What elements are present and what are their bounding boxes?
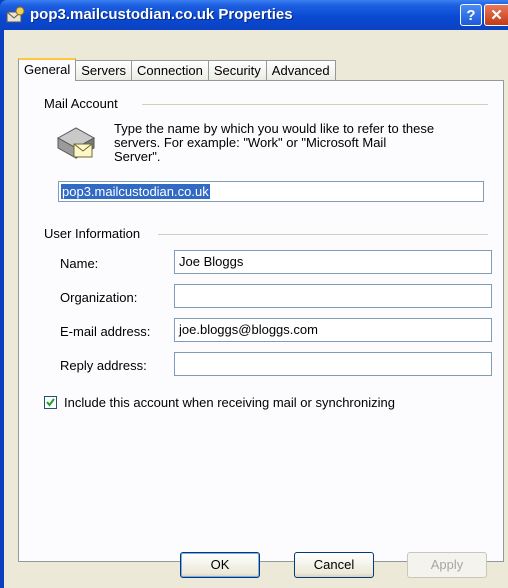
include-account-label: Include this account when receiving mail…: [64, 395, 395, 410]
tab-strip: General Servers Connection Security Adva…: [18, 58, 336, 81]
close-button[interactable]: ✕: [484, 4, 508, 26]
account-name-input[interactable]: pop3.mailcustodian.co.uk: [58, 181, 484, 202]
reply-address-label: Reply address:: [60, 358, 147, 373]
name-field[interactable]: Joe Bloggs: [174, 250, 492, 274]
description-line-2: servers. For example: "Work" or "Microso…: [114, 135, 387, 150]
tab-servers[interactable]: Servers: [75, 60, 133, 80]
dialog-client-area: General Servers Connection Security Adva…: [4, 30, 508, 588]
user-information-group-label: User Information: [44, 226, 145, 241]
properties-window: pop3.mailcustodian.co.uk Properties ? ✕ …: [0, 0, 508, 588]
tab-connection[interactable]: Connection: [131, 60, 209, 80]
mail-envelope-icon: [56, 127, 96, 159]
email-address-label: E-mail address:: [60, 324, 151, 339]
account-properties-icon: [6, 6, 25, 23]
close-icon: ✕: [490, 7, 503, 24]
account-name-value: pop3.mailcustodian.co.uk: [61, 184, 210, 199]
user-information-divider: [158, 234, 488, 235]
checkmark-icon: [46, 398, 55, 407]
organization-field[interactable]: [174, 284, 492, 308]
tab-security[interactable]: Security: [207, 60, 267, 80]
tab-general[interactable]: General: [18, 58, 77, 81]
organization-label: Organization:: [60, 290, 138, 305]
mail-account-description: Type the name by which you would like to…: [114, 122, 490, 164]
cancel-button[interactable]: Cancel: [294, 552, 374, 578]
description-line-3: Server".: [114, 149, 161, 164]
email-address-field[interactable]: joe.bloggs@bloggs.com: [174, 318, 492, 342]
reply-address-field[interactable]: [174, 352, 492, 376]
window-title: pop3.mailcustodian.co.uk Properties: [30, 6, 293, 23]
description-line-1: Type the name by which you would like to…: [114, 121, 435, 136]
mail-account-divider: [142, 104, 488, 105]
help-icon: ?: [466, 6, 476, 24]
mail-account-group-label: Mail Account: [44, 96, 122, 111]
name-label: Name:: [60, 256, 99, 271]
include-account-checkbox[interactable]: [44, 396, 57, 409]
ok-button[interactable]: OK: [180, 552, 260, 578]
apply-button[interactable]: Apply: [407, 552, 487, 578]
title-bar[interactable]: pop3.mailcustodian.co.uk Properties ? ✕: [0, 0, 508, 30]
help-button[interactable]: ?: [460, 4, 482, 26]
tab-advanced[interactable]: Advanced: [265, 60, 336, 80]
